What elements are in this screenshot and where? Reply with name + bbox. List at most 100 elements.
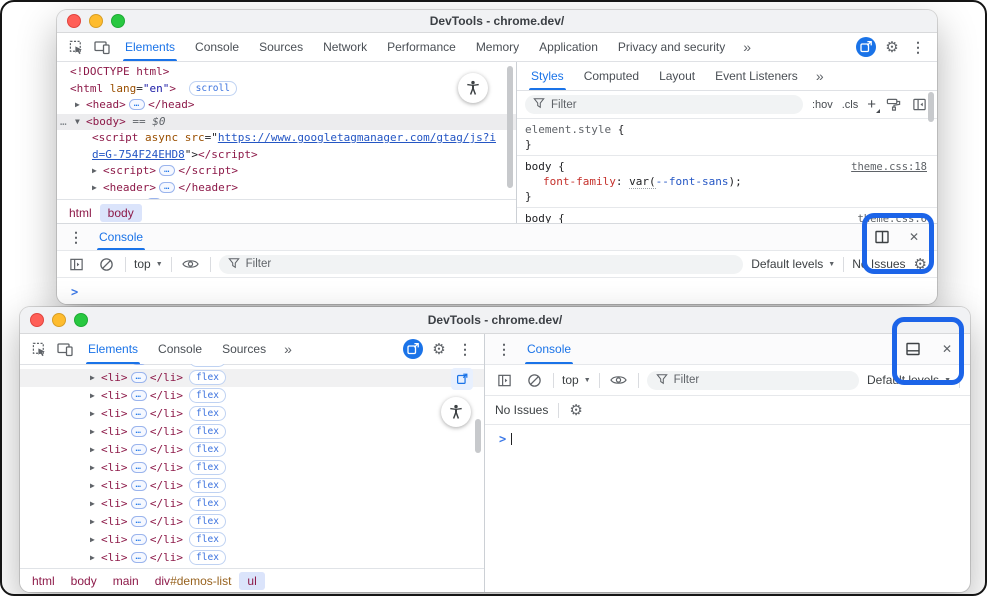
collapse-arrow-icon[interactable]: ▼	[75, 114, 86, 131]
elements-scrollbar[interactable]	[507, 66, 513, 188]
dom-tree-row-li[interactable]: ▶<li>…</li>flex	[20, 423, 484, 441]
dom-row-doctype[interactable]: <!DOCTYPE html>	[57, 64, 516, 81]
flex-badge[interactable]: flex	[189, 478, 226, 493]
expand-arrow-icon[interactable]: ▶	[90, 513, 101, 531]
stylesheet-link[interactable]: theme.css:18	[851, 160, 927, 175]
console-settings-gear-icon[interactable]: ⚙	[914, 255, 927, 273]
expand-arrow-icon[interactable]: ▶	[92, 163, 103, 180]
ellipsis-expand-icon[interactable]: …	[159, 165, 175, 176]
console-sidebar-icon[interactable]	[65, 257, 87, 272]
tab-elements[interactable]: Elements	[115, 33, 185, 61]
settings-gear-icon[interactable]: ⚙	[879, 33, 905, 61]
dom-tree-row-li[interactable]: ▶<li>…</li>flex	[20, 495, 484, 513]
ellipsis-expand-icon[interactable]: …	[131, 408, 147, 419]
dom-row-script-src-line1[interactable]: <script async src="https://www.googletag…	[57, 130, 516, 147]
console-prompt[interactable]: >	[57, 278, 937, 299]
log-levels-dropdown[interactable]: Default levels▼	[751, 257, 835, 271]
drawer-tab-console[interactable]: Console	[89, 224, 153, 250]
undock-preview-icon[interactable]	[451, 368, 473, 390]
minimize-window-button[interactable]	[89, 14, 103, 28]
console-filter-input[interactable]: Filter	[647, 371, 859, 390]
dock-preview-badge-icon[interactable]	[400, 334, 426, 364]
ellipsis-expand-icon[interactable]: …	[131, 426, 147, 437]
drawer-menu-kebab-icon[interactable]: ⋮	[63, 224, 89, 250]
flex-badge[interactable]: flex	[189, 388, 226, 403]
maximize-window-button[interactable]	[111, 14, 125, 28]
flex-badge[interactable]: flex	[189, 364, 226, 367]
tab-performance[interactable]: Performance	[377, 33, 466, 61]
close-drawer-icon[interactable]: ✕	[903, 224, 925, 250]
issues-counter[interactable]: No Issues	[852, 257, 905, 271]
device-toolbar-icon[interactable]	[52, 334, 78, 364]
minimize-window-button[interactable]	[52, 313, 66, 327]
console-filter-input[interactable]: Filter	[219, 255, 744, 274]
tab-memory[interactable]: Memory	[466, 33, 529, 61]
ellipsis-expand-icon[interactable]: …	[131, 498, 147, 509]
dom-tree-row-li[interactable]: ▶<li>…</li>flex	[20, 477, 484, 495]
titlebar[interactable]: DevTools - chrome.dev/	[57, 10, 937, 33]
styles-scrollbar[interactable]	[928, 92, 934, 122]
tab-console[interactable]: Console	[185, 33, 249, 61]
expand-arrow-icon[interactable]: ▶	[90, 441, 101, 459]
tab-layout[interactable]: Layout	[649, 62, 705, 90]
flex-badge[interactable]: flex	[189, 532, 226, 547]
tab-event-listeners[interactable]: Event Listeners	[705, 62, 808, 90]
tab-sources[interactable]: Sources	[249, 33, 313, 61]
flex-badge[interactable]: flex	[189, 424, 226, 439]
ellipsis-expand-icon[interactable]: …	[159, 182, 175, 193]
elements-scrollbar[interactable]	[475, 419, 481, 453]
live-expression-eye-icon[interactable]	[180, 258, 202, 270]
style-rule-element-style[interactable]: element.style { }	[517, 119, 937, 156]
style-rule-body-theme18[interactable]: theme.css:18 body { font-family: var(--f…	[517, 156, 937, 208]
ellipsis-expand-icon[interactable]: …	[129, 99, 145, 110]
ellipsis-expand-icon[interactable]: …	[131, 480, 147, 491]
script-src-link[interactable]: https://www.googletagmanager.com/gtag/js…	[218, 131, 496, 144]
expand-arrow-icon[interactable]: ▶	[92, 180, 103, 197]
dock-to-side-button[interactable]	[871, 224, 893, 250]
main-menu-kebab-icon[interactable]: ⋮	[452, 334, 478, 364]
tab-console[interactable]: Console	[148, 334, 212, 364]
expand-arrow-icon[interactable]: ▶	[90, 531, 101, 549]
computed-sidebar-toggle-icon[interactable]	[911, 97, 928, 112]
dom-row-head[interactable]: ▶<head>…</head>	[57, 97, 516, 114]
styles-filter-input[interactable]: Filter	[525, 95, 803, 114]
expand-arrow-icon[interactable]: ▶	[90, 495, 101, 513]
dom-row-body-selected[interactable]: … ▼<body> == $0	[57, 114, 516, 131]
expand-arrow-icon[interactable]: ▶	[90, 423, 101, 441]
console-settings-gear-icon[interactable]: ⚙	[569, 401, 582, 419]
tab-styles[interactable]: Styles	[521, 62, 574, 90]
dom-tree-row-li[interactable]: ▶<li>…</li>flex	[20, 459, 484, 477]
accessibility-person-icon[interactable]	[441, 397, 471, 427]
issues-counter[interactable]: No Issues	[495, 403, 548, 417]
inspect-element-icon[interactable]	[63, 33, 89, 61]
ellipsis-expand-icon[interactable]: …	[131, 534, 147, 545]
console-sidebar-icon[interactable]	[493, 373, 515, 388]
tab-application[interactable]: Application	[529, 33, 608, 61]
clear-console-icon[interactable]	[523, 373, 545, 388]
close-window-button[interactable]	[30, 313, 44, 327]
breadcrumb-div-demos-list[interactable]: div#demos-list	[147, 572, 240, 590]
flex-badge[interactable]: flex	[189, 406, 226, 421]
flex-badge[interactable]: flex	[189, 460, 226, 475]
more-tabs-icon[interactable]: »	[808, 62, 832, 90]
toggle-element-state-button[interactable]: :hov	[812, 99, 833, 111]
element-classes-button[interactable]: .cls	[842, 99, 859, 111]
flex-badge[interactable]: flex	[189, 514, 226, 529]
console-prompt[interactable]: >	[485, 425, 970, 446]
ellipsis-expand-icon[interactable]: …	[131, 516, 147, 527]
dom-tree-row-li[interactable]: ▶<li>…</li>flex	[20, 441, 484, 459]
flex-badge[interactable]: flex	[189, 370, 226, 385]
tab-elements[interactable]: Elements	[78, 334, 148, 364]
dom-tree-row-li[interactable]: ▶<li>…</li>flex	[20, 387, 484, 405]
expand-arrow-icon[interactable]: ▶	[90, 459, 101, 477]
dom-tree-row-li[interactable]: ▶<li>…</li>flex	[20, 549, 484, 567]
ellipsis-expand-icon[interactable]: …	[131, 364, 147, 365]
more-tabs-icon[interactable]: »	[735, 33, 759, 61]
dom-tree-row-li[interactable]: ▶<li>…</li>flex	[20, 531, 484, 549]
dom-row-script-src-line2[interactable]: d=G-754F24EHD8"></script>	[57, 147, 516, 164]
breadcrumb-body[interactable]: body	[63, 572, 105, 590]
row-options-ellipsis-icon[interactable]: …	[60, 114, 68, 131]
expand-arrow-icon[interactable]: ▶	[90, 387, 101, 405]
drawer-menu-kebab-icon[interactable]: ⋮	[491, 334, 517, 364]
accessibility-person-icon[interactable]	[458, 73, 488, 103]
